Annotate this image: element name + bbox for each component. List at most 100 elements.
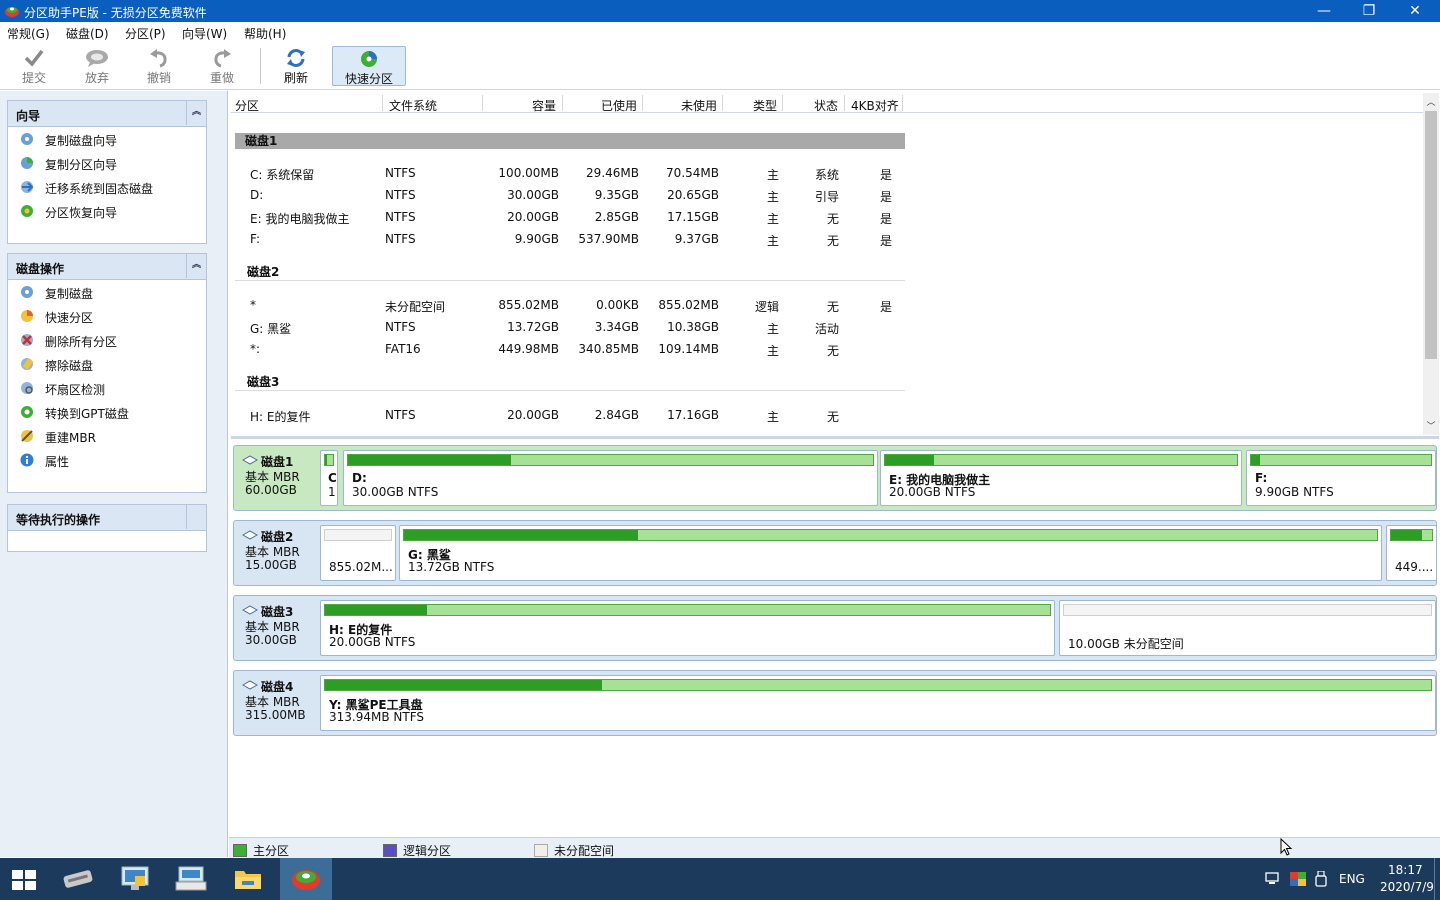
taskbar-partition-assistant[interactable] bbox=[280, 858, 332, 900]
partition-block[interactable]: E: 我的电脑我做主 20.00GB NTFS bbox=[880, 450, 1242, 506]
minimize-button[interactable]: — bbox=[1301, 0, 1347, 22]
col-divider[interactable] bbox=[844, 95, 845, 111]
menu-partition[interactable]: 分区(P) bbox=[125, 25, 166, 42]
table-cell: FAT16 bbox=[385, 342, 421, 356]
table-row[interactable]: E: 我的电脑我做主 NTFS 20.00GB 2.85GB 17.15GB 主 无 是 bbox=[231, 208, 903, 228]
taskbar-drive-app[interactable] bbox=[53, 858, 103, 900]
partition-block[interactable]: Y: 黑鲨PE工具盘 313.94MB NTFS bbox=[320, 675, 1436, 731]
op-quick-partition[interactable]: 快速分区 bbox=[8, 304, 206, 328]
clock-time[interactable]: 18:17 bbox=[1388, 863, 1423, 877]
taskbar-keyboard-app[interactable] bbox=[166, 858, 216, 900]
partition-block[interactable]: G: 黑鲨 13.72GB NTFS bbox=[399, 525, 1382, 581]
disk3-group-header[interactable]: 磁盘3 bbox=[235, 373, 905, 391]
table-scrollbar[interactable]: ︿ ﹀ bbox=[1423, 93, 1439, 435]
disk-info[interactable]: 磁盘1 基本 MBR 60.00GB bbox=[234, 446, 318, 510]
partition-block[interactable]: H: E的复件 20.00GB NTFS bbox=[320, 600, 1055, 656]
col-partition[interactable]: 分区 bbox=[235, 97, 259, 114]
menu-help[interactable]: 帮助(H) bbox=[244, 25, 286, 42]
quick-partition-button[interactable]: 快速分区 bbox=[332, 46, 406, 86]
col-capacity[interactable]: 容量 bbox=[532, 97, 556, 114]
col-divider[interactable] bbox=[782, 95, 783, 111]
disk-size: 15.00GB bbox=[245, 558, 297, 572]
menu-general[interactable]: 常规(G) bbox=[7, 25, 50, 42]
collapse-icon[interactable]: ︽ bbox=[186, 101, 206, 125]
col-divider[interactable] bbox=[642, 95, 643, 111]
collapse-toggle[interactable] bbox=[186, 505, 206, 529]
table-row[interactable]: D: NTFS 30.00GB 9.35GB 20.65GB 主 引导 是 bbox=[231, 186, 903, 206]
scroll-thumb[interactable] bbox=[1425, 111, 1437, 359]
col-unused[interactable]: 未使用 bbox=[681, 97, 717, 114]
col-divider[interactable] bbox=[902, 95, 903, 111]
refresh-button[interactable]: 刷新 bbox=[268, 46, 324, 86]
col-4k-align[interactable]: 4KB对齐 bbox=[851, 97, 899, 114]
disk-row[interactable]: 磁盘3 基本 MBR 30.00GB H: E的复件 20.00GB NTFS 10.00… bbox=[233, 595, 1437, 661]
start-button[interactable] bbox=[0, 858, 50, 900]
op-rebuild-mbr[interactable]: 重建MBR bbox=[8, 424, 206, 448]
wizard-migrate-ssd[interactable]: 迁移系统到固态磁盘 bbox=[8, 175, 206, 199]
op-bad-sector-check[interactable]: 坏扇区检测 bbox=[8, 376, 206, 400]
migrate-os-icon bbox=[21, 181, 34, 193]
pending-operations-header[interactable]: 等待执行的操作 bbox=[8, 505, 206, 531]
partition-block[interactable]: C1 bbox=[320, 450, 338, 506]
disk1-group-header[interactable]: 磁盘1 bbox=[235, 133, 905, 149]
menu-disk[interactable]: 磁盘(D) bbox=[66, 25, 109, 42]
col-type[interactable]: 类型 bbox=[753, 97, 777, 114]
collapse-icon[interactable]: ︽ bbox=[186, 254, 206, 278]
disk-info[interactable]: 磁盘2 基本 MBR 15.00GB bbox=[234, 521, 318, 585]
col-divider[interactable] bbox=[382, 95, 383, 111]
disk-operations-header[interactable]: 磁盘操作 ︽ bbox=[8, 254, 206, 280]
partition-block[interactable]: D: 30.00GB NTFS bbox=[343, 450, 878, 506]
undo-button[interactable]: 撤销 bbox=[131, 46, 187, 86]
disk-row[interactable]: 磁盘2 基本 MBR 15.00GB 855.02M... G: 黑鲨 13.72GB N… bbox=[233, 520, 1437, 586]
clock-date[interactable]: 2020/7/9 bbox=[1380, 880, 1434, 894]
scroll-up-arrow[interactable]: ︿ bbox=[1423, 95, 1439, 108]
partition-block[interactable]: 449.... bbox=[1386, 525, 1437, 581]
disk-row[interactable]: 磁盘1 基本 MBR 60.00GB C 1 D: 30.00GB NTFS E: 我的电脑我… bbox=[233, 445, 1437, 511]
menu-wizard[interactable]: 向导(W) bbox=[182, 25, 227, 42]
disk2-group-header[interactable]: 磁盘2 bbox=[235, 263, 905, 281]
usb-device-icon[interactable] bbox=[1315, 871, 1327, 887]
discard-button[interactable]: 放弃 bbox=[69, 46, 125, 86]
op-copy-disk[interactable]: 复制磁盘 bbox=[8, 280, 206, 304]
restore-button[interactable]: ❐ bbox=[1346, 0, 1392, 22]
col-divider[interactable] bbox=[722, 95, 723, 111]
op-convert-gpt[interactable]: 转换到GPT磁盘 bbox=[8, 400, 206, 424]
disk-info[interactable]: 磁盘3 基本 MBR 30.00GB bbox=[234, 596, 318, 660]
disk-row[interactable]: 磁盘4 基本 MBR 315.00MB Y: 黑鲨PE工具盘 313.94MB NTFS bbox=[233, 670, 1437, 736]
wizard-copy-disk[interactable]: 复制磁盘向导 bbox=[8, 127, 206, 151]
taskbar-computer-app[interactable] bbox=[110, 858, 160, 900]
table-row[interactable]: F: NTFS 9.90GB 537.90MB 9.37GB 主 无 是 bbox=[231, 230, 903, 250]
table-row[interactable]: G: 黑鲨 NTFS 13.72GB 3.34GB 10.38GB 主 活动 bbox=[231, 318, 903, 338]
disk-info[interactable]: 磁盘4 基本 MBR 315.00MB bbox=[234, 671, 318, 735]
usage-fill bbox=[348, 455, 511, 465]
op-wipe-disk[interactable]: 擦除磁盘 bbox=[8, 352, 206, 376]
partition-block[interactable]: F: 9.90GB NTFS bbox=[1246, 450, 1436, 506]
display-color-icon[interactable] bbox=[1290, 872, 1306, 886]
language-indicator[interactable]: ENG bbox=[1339, 872, 1365, 886]
close-button[interactable]: ✕ bbox=[1392, 0, 1438, 22]
wizard-partition-recovery[interactable]: 分区恢复向导 bbox=[8, 199, 206, 223]
table-row[interactable]: H: E的复件 NTFS 20.00GB 2.84GB 17.16GB 主 无 bbox=[231, 406, 903, 426]
table-row[interactable]: * 未分配空间 855.02MB 0.00KB 855.02MB 逻辑 无 是 bbox=[231, 296, 903, 316]
col-divider[interactable] bbox=[482, 95, 483, 111]
discard-icon bbox=[86, 50, 108, 67]
commit-button[interactable]: 提交 bbox=[6, 46, 62, 86]
partition-block[interactable]: 855.02M... bbox=[320, 525, 396, 581]
scroll-down-arrow[interactable]: ﹀ bbox=[1423, 419, 1439, 432]
show-desktop-button[interactable] bbox=[1434, 858, 1440, 900]
col-used[interactable]: 已使用 bbox=[601, 97, 637, 114]
network-icon[interactable] bbox=[1265, 872, 1281, 886]
col-filesystem[interactable]: 文件系统 bbox=[389, 97, 437, 114]
col-status[interactable]: 状态 bbox=[814, 97, 838, 114]
op-properties[interactable]: 属性 bbox=[8, 448, 206, 472]
col-divider[interactable] bbox=[562, 95, 563, 111]
wizard-copy-partition[interactable]: 复制分区向导 bbox=[8, 151, 206, 175]
taskbar-explorer-app[interactable] bbox=[223, 858, 273, 900]
redo-button[interactable]: 重做 bbox=[194, 46, 250, 86]
table-cell: 2.85GB bbox=[594, 210, 639, 224]
table-row[interactable]: *: FAT16 449.98MB 340.85MB 109.14MB 主 无 bbox=[231, 340, 903, 360]
op-delete-all[interactable]: 删除所有分区 bbox=[8, 328, 206, 352]
partition-block[interactable]: 10.00GB 未分配空间 bbox=[1059, 600, 1436, 656]
table-row[interactable]: C: 系统保留 NTFS 100.00MB 29.46MB 70.54MB 主 系统 是 bbox=[231, 164, 903, 184]
wizard-panel-header[interactable]: 向导 ︽ bbox=[8, 101, 206, 127]
